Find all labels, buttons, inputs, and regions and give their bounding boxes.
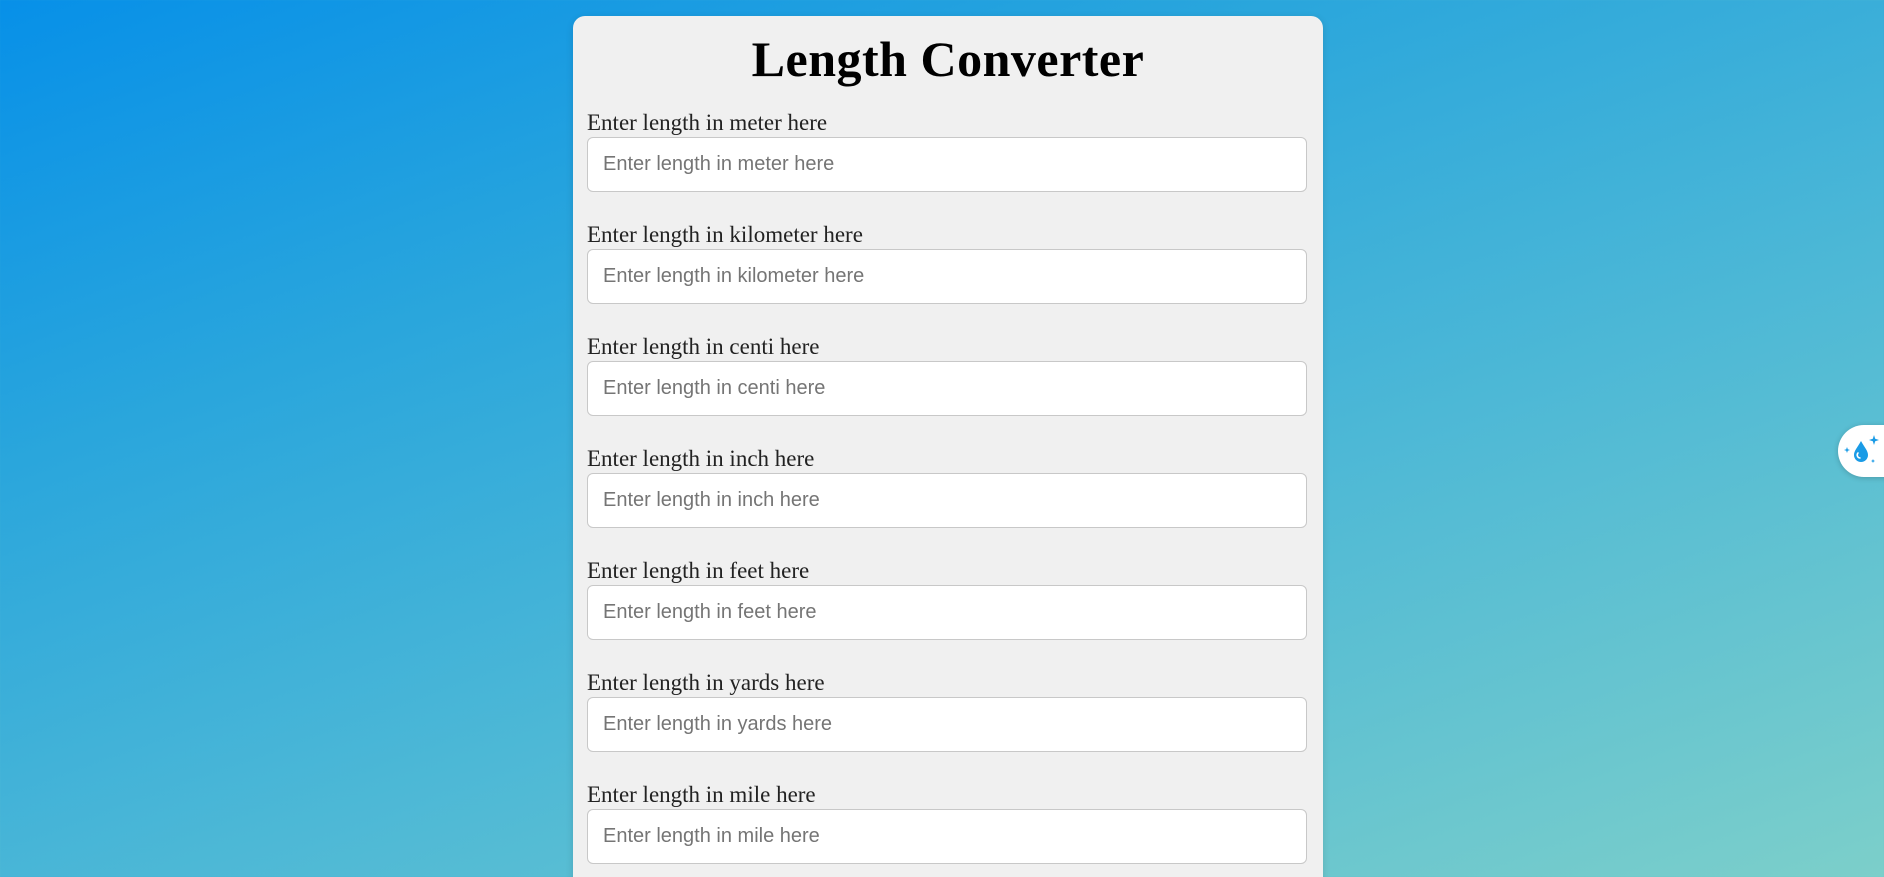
- converter-fields: Enter length in meter here Enter length …: [587, 111, 1309, 877]
- inch-field: Enter length in inch here: [587, 447, 1309, 559]
- floating-extension-button[interactable]: [1838, 425, 1884, 477]
- inch-label: Enter length in inch here: [587, 446, 815, 471]
- kilometer-input[interactable]: [587, 249, 1307, 304]
- kilometer-label: Enter length in kilometer here: [587, 222, 863, 247]
- yards-field: Enter length in yards here: [587, 671, 1309, 783]
- feet-field: Enter length in feet here: [587, 559, 1309, 671]
- centi-label: Enter length in centi here: [587, 334, 820, 359]
- kilometer-field: Enter length in kilometer here: [587, 223, 1309, 335]
- meter-input[interactable]: [587, 137, 1307, 192]
- mile-field: Enter length in mile here: [587, 783, 1309, 877]
- yards-label: Enter length in yards here: [587, 670, 825, 695]
- yards-input[interactable]: [587, 697, 1307, 752]
- page-title: Length Converter: [751, 31, 1145, 87]
- centi-field: Enter length in centi here: [587, 335, 1309, 447]
- converter-card: Length Converter Enter length in meter h…: [573, 16, 1323, 877]
- mile-input[interactable]: [587, 809, 1307, 864]
- meter-field: Enter length in meter here: [587, 111, 1309, 223]
- droplet-sparkle-icon: [1844, 435, 1879, 463]
- mile-label: Enter length in mile here: [587, 782, 816, 807]
- feet-input[interactable]: [587, 585, 1307, 640]
- centi-input[interactable]: [587, 361, 1307, 416]
- inch-input[interactable]: [587, 473, 1307, 528]
- meter-label: Enter length in meter here: [587, 110, 828, 135]
- feet-label: Enter length in feet here: [587, 558, 810, 583]
